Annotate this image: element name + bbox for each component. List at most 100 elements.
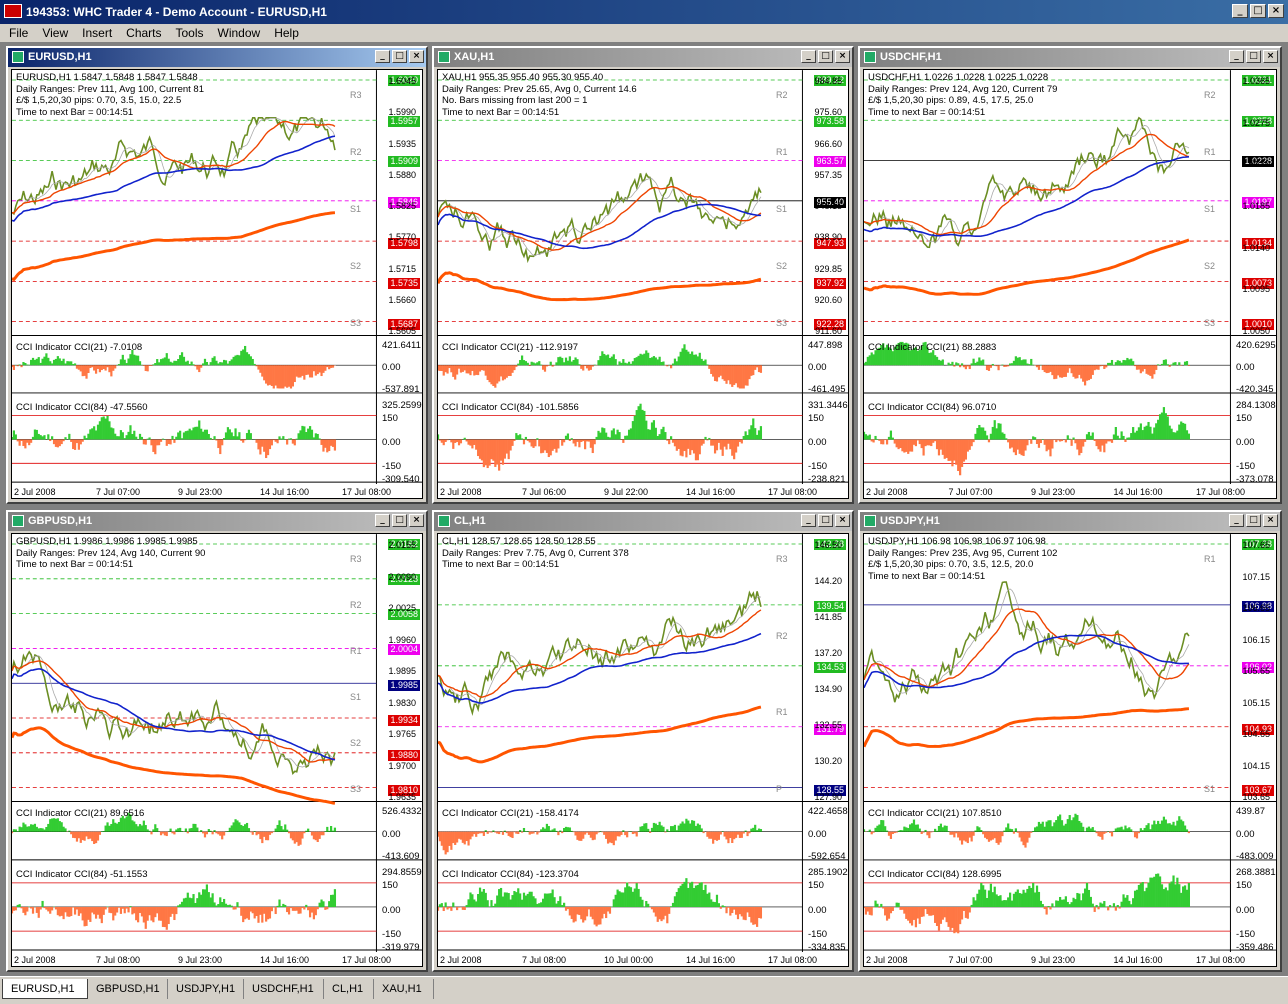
y-tick-label: 1.5770 xyxy=(388,232,416,243)
chart-canvas[interactable]: 142.28 139.54 134.53 131.79 128.55 CL,H1 128.… xyxy=(437,533,849,967)
chart-canvas[interactable]: 989.22 973.58 963.57 955.40 947.93 937.92 922.… xyxy=(437,69,849,499)
chart-info-line: USDJPY,H1 106.98 106.98 106.97 106.98 xyxy=(868,536,1046,547)
y-tick-label: 107.15 xyxy=(1242,571,1270,582)
chart-maximize-button[interactable]: □ xyxy=(818,514,833,527)
cci84-scale-l150: 150 xyxy=(382,412,398,424)
chart-window-title: EURUSD,H1 xyxy=(28,51,92,63)
pivot-label: S1 xyxy=(350,692,362,702)
y-tick-label: 957.35 xyxy=(814,169,842,180)
cci84-scale-lo: -334.835 xyxy=(808,942,846,953)
ma-slow-line xyxy=(438,632,762,704)
level-price-label: 1.5909 xyxy=(388,156,420,168)
close-button[interactable]: × xyxy=(1268,4,1284,18)
chart-maximize-button[interactable]: □ xyxy=(1246,514,1261,527)
menu-help[interactable]: Help xyxy=(267,24,306,42)
tab-xau[interactable]: XAU,H1 xyxy=(374,979,434,999)
menu-view[interactable]: View xyxy=(35,24,75,42)
menu-charts[interactable]: Charts xyxy=(119,24,168,42)
chart-close-button[interactable]: × xyxy=(835,50,850,63)
chart-close-button[interactable]: × xyxy=(835,514,850,527)
cci84-scale-lm150: -150 xyxy=(1236,928,1256,940)
x-tick-label: 17 Jul 08:00 xyxy=(342,487,392,497)
chart-minimize-button[interactable]: _ xyxy=(375,514,390,527)
pivot-label: R1 xyxy=(350,646,362,656)
cci84-scale-mid: 0.00 xyxy=(382,437,401,448)
menu-tools[interactable]: Tools xyxy=(169,24,211,42)
app-title: 194353: WHC Trader 4 - Demo Account - EU… xyxy=(26,5,327,19)
cci84-scale-lo: -238.821 xyxy=(808,474,846,485)
pivot-label: S2 xyxy=(350,261,362,271)
chart-minimize-button[interactable]: _ xyxy=(1229,514,1244,527)
cci84-scale-lm150: -150 xyxy=(382,928,402,940)
price-chart-svg xyxy=(12,534,422,953)
tab-usdchf[interactable]: USDCHF,H1 xyxy=(244,979,324,999)
minimize-button[interactable]: _ xyxy=(1232,4,1248,18)
chart-info-line: Time to next Bar = 00:14:51 xyxy=(442,559,560,570)
y-tick-label: 105.15 xyxy=(1242,697,1270,708)
y-tick-label: 104.65 xyxy=(1242,729,1270,739)
chart-window-titlebar[interactable]: XAU,H1 _ □ × xyxy=(434,48,852,67)
chart-maximize-button[interactable]: □ xyxy=(392,514,407,527)
chart-minimize-button[interactable]: _ xyxy=(375,50,390,63)
chart-window-gbpusd[interactable]: GBPUSD,H1 _ □ × 2.0182 2.0128 2.0058 2.0004 1.99… xyxy=(6,510,428,972)
chart-canvas[interactable]: 1.6020 1.5957 1.5909 1.5846 1.5798 1.5735 1.56… xyxy=(11,69,423,499)
chart-close-button[interactable]: × xyxy=(1263,514,1278,527)
chart-window-titlebar[interactable]: GBPUSD,H1 _ □ × xyxy=(8,512,426,531)
x-tick-label: 9 Jul 22:00 xyxy=(604,487,649,497)
pivot-label: R1 xyxy=(776,147,788,157)
price-line xyxy=(12,116,336,216)
cci84-scale-lo: -319.979 xyxy=(382,942,420,953)
chart-window-xau[interactable]: XAU,H1 _ □ × 989.22 973.58 963.57 955.40 947.93 9… xyxy=(432,46,854,504)
tab-gbpusd[interactable]: GBPUSD,H1 xyxy=(88,979,168,999)
x-tick-label: 7 Jul 08:00 xyxy=(96,955,141,965)
tab-eurusd[interactable]: EURUSD,H1 xyxy=(2,979,88,999)
chart-maximize-button[interactable]: □ xyxy=(392,50,407,63)
chart-canvas[interactable]: 2.0182 2.0128 2.0058 2.0004 1.9985 1.9934 1.98… xyxy=(11,533,423,967)
y-tick-label: 1.0050 xyxy=(1242,326,1270,336)
cci84-label: CCI Indicator CCI(84) -101.5856 xyxy=(442,402,579,413)
x-tick-label: 14 Jul 16:00 xyxy=(1113,487,1163,497)
cci84-scale-lo: -309.540 xyxy=(382,474,420,485)
chart-canvas[interactable]: 1.0321 1.0258 1.0228 1.0197 1.0134 1.0073 1.00… xyxy=(863,69,1277,499)
level-price-label: 139.54 xyxy=(814,600,846,612)
chart-close-button[interactable]: × xyxy=(1263,50,1278,63)
menu-window[interactable]: Window xyxy=(211,24,268,42)
pivot-label: S1 xyxy=(350,204,362,214)
chart-info-line: Daily Ranges: Prev 111, Avg 100, Current… xyxy=(16,83,204,95)
chart-window-usdchf[interactable]: USDCHF,H1 _ □ × 1.0321 1.0258 1.0228 1.0197 1.01… xyxy=(858,46,1282,504)
cci21-label: CCI Indicator CCI(21) -158.4174 xyxy=(442,808,579,819)
chart-minimize-button[interactable]: _ xyxy=(801,514,816,527)
chart-window-usdjpy[interactable]: USDJPY,H1 _ □ × 107.28 106.98 106.02 104.93 103.… xyxy=(858,510,1282,972)
y-tick-label: 984.85 xyxy=(814,76,842,86)
chart-window-cl[interactable]: CL,H1 _ □ × 142.28 139.54 134.53 131.79 128.55 CL… xyxy=(432,510,854,972)
cci21-label: CCI Indicator CCI(21) -112.9197 xyxy=(442,342,579,353)
chart-close-button[interactable]: × xyxy=(409,50,424,63)
chart-canvas[interactable]: 107.28 106.98 106.02 104.93 103.67 USDJPY,H1 … xyxy=(863,533,1277,967)
pivot-label: R1 xyxy=(1204,554,1216,564)
chart-window-eurusd[interactable]: EURUSD,H1 _ □ × 1.6020 1.5957 1.5909 1.5846 1.57… xyxy=(6,46,428,504)
chart-window-titlebar[interactable]: USDJPY,H1 _ □ × xyxy=(860,512,1280,531)
chart-info-line: Daily Ranges: Prev 25.65, Avg 0, Current… xyxy=(442,83,637,95)
chart-window-titlebar[interactable]: USDCHF,H1 _ □ × xyxy=(860,48,1280,67)
chart-close-button[interactable]: × xyxy=(409,514,424,527)
chart-window-titlebar[interactable]: EURUSD,H1 _ □ × xyxy=(8,48,426,67)
level-price-label: 963.57 xyxy=(814,156,846,168)
chart-minimize-button[interactable]: _ xyxy=(801,50,816,63)
cci84-scale-lo: -359.486 xyxy=(1236,942,1274,953)
tab-cl[interactable]: CL,H1 xyxy=(324,979,374,999)
y-tick-label: 2.0090 xyxy=(388,571,416,582)
chart-window-titlebar[interactable]: CL,H1 _ □ × xyxy=(434,512,852,531)
chart-window-title: USDCHF,H1 xyxy=(880,51,942,63)
chart-maximize-button[interactable]: □ xyxy=(1246,50,1261,63)
tab-usdjpy[interactable]: USDJPY,H1 xyxy=(168,979,244,999)
cci84-label: CCI Indicator CCI(84) -47.5560 xyxy=(16,402,148,413)
menu-file[interactable]: File xyxy=(2,24,35,42)
x-tick-label: 14 Jul 16:00 xyxy=(260,487,310,497)
y-tick-label: 1.0365 xyxy=(1242,76,1270,86)
menu-insert[interactable]: Insert xyxy=(75,24,119,42)
pivot-label: R3 xyxy=(776,554,788,564)
cci21-scale-mid: 0.00 xyxy=(808,828,827,840)
maximize-button[interactable]: □ xyxy=(1250,4,1266,18)
chart-maximize-button[interactable]: □ xyxy=(818,50,833,63)
chart-minimize-button[interactable]: _ xyxy=(1229,50,1244,63)
